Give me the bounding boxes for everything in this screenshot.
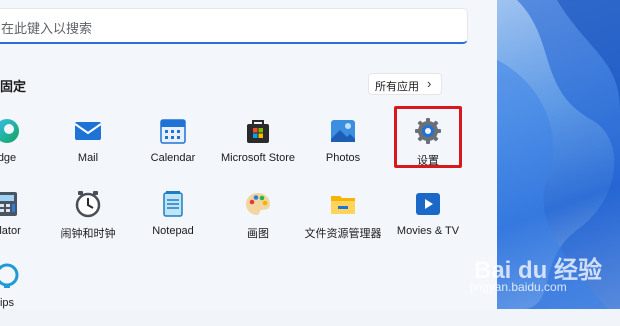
app-alarms-clock[interactable]: 闹钟和时钟 [43, 190, 133, 254]
pinned-section-title: 固定 [0, 79, 27, 94]
paint-palette-icon [246, 193, 270, 215]
start-menu-panel: 在此键入以搜索 固定 所有应用 › dge Mail Calendar Micr… [0, 0, 497, 309]
app-label: Mail [77, 152, 99, 164]
app-label: Notepad [152, 225, 194, 237]
mail-icon [74, 122, 102, 140]
app-label: Photos [325, 152, 361, 164]
app-label: 画图 [247, 228, 269, 240]
calendar-icon [160, 119, 186, 144]
baidu-watermark: Bai du 经验 jingyan.baidu.com [470, 250, 620, 305]
app-movies-tv[interactable]: Movies & TV [383, 190, 473, 254]
search-input[interactable]: 在此键入以搜索 [0, 8, 468, 44]
notepad-icon [163, 191, 183, 217]
store-icon [247, 120, 269, 143]
all-apps-label: 所有应用 [375, 81, 419, 93]
tips-icon [0, 263, 19, 288]
app-tips[interactable]: ips [0, 262, 52, 326]
search-placeholder: 在此键入以搜索 [1, 21, 93, 36]
app-label: Movies & TV [396, 225, 460, 237]
app-label: 文件资源管理器 [304, 228, 382, 240]
app-file-explorer[interactable]: 文件资源管理器 [298, 190, 388, 254]
app-label: Calendar [150, 152, 196, 164]
photos-icon [331, 120, 355, 142]
app-microsoft-store[interactable]: Microsoft Store [213, 117, 303, 181]
clock-icon [75, 191, 101, 218]
folder-icon [331, 196, 355, 214]
app-photos[interactable]: Photos [298, 117, 388, 181]
movies-play-icon [416, 193, 440, 215]
app-paint[interactable]: 画图 [213, 190, 303, 254]
app-label: Microsoft Store [221, 152, 295, 164]
app-mail[interactable]: Mail [43, 117, 133, 181]
app-label: ips [0, 297, 15, 309]
all-apps-button[interactable]: 所有应用 › [368, 73, 442, 95]
calculator-icon [0, 192, 17, 216]
app-notepad[interactable]: Notepad [128, 190, 218, 254]
settings-highlight-box [394, 106, 462, 168]
app-label: 闹钟和时钟 [60, 228, 116, 240]
chevron-right-icon: › [427, 76, 432, 91]
edge-icon [0, 119, 19, 143]
watermark-url: jingyan.baidu.com [470, 280, 567, 294]
app-calendar[interactable]: Calendar [128, 117, 218, 181]
